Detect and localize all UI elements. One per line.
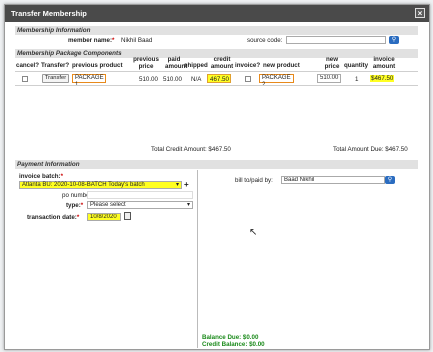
header-previous-product: previous product bbox=[72, 62, 123, 69]
transfer-button[interactable]: Transfer bbox=[42, 74, 69, 83]
invoice-batch-select[interactable]: Atlanta BU: 2020-10-08-BATCH Today's bat… bbox=[19, 181, 182, 189]
header-invoice: invoice? bbox=[235, 62, 261, 69]
header-cancel: cancel? bbox=[16, 62, 40, 69]
payment-information-section: Payment Information bbox=[15, 160, 418, 169]
cancel-checkbox[interactable] bbox=[22, 76, 28, 82]
source-code-input[interactable] bbox=[286, 36, 386, 44]
header-shipped: shipped bbox=[184, 62, 208, 69]
header-new-price: new price bbox=[324, 56, 340, 70]
type-label: type:* bbox=[66, 202, 84, 209]
add-batch-icon[interactable]: + bbox=[184, 180, 189, 189]
balance-due: Balance Due: $0.00 bbox=[202, 334, 259, 341]
member-name-value: Nikhil Baad bbox=[121, 37, 153, 44]
po-number-input[interactable] bbox=[87, 191, 193, 199]
header-transfer: Transfer? bbox=[41, 62, 70, 69]
invoice-batch-label: invoice batch:* bbox=[19, 173, 64, 180]
payment-column-divider bbox=[197, 170, 198, 348]
bill-to-search-button[interactable]: ⚲ bbox=[385, 176, 395, 184]
bill-to-label: bill to/paid by: bbox=[235, 177, 273, 184]
chevron-down-icon: ▾ bbox=[186, 202, 190, 208]
credit-balance: Credit Balance: $0.00 bbox=[202, 341, 265, 348]
credit-amount-field[interactable]: 467.50 bbox=[207, 74, 231, 83]
header-credit-amount: credit amount bbox=[210, 56, 234, 70]
member-name-label: member name:* bbox=[68, 37, 115, 44]
header-previous-price: previous price bbox=[133, 56, 159, 70]
source-code-search-button[interactable]: ⚲ bbox=[389, 36, 399, 44]
header-new-product: new product bbox=[263, 62, 300, 69]
calendar-icon[interactable] bbox=[124, 212, 131, 220]
total-amount-due: Total Amount Due: $467.50 bbox=[333, 146, 408, 153]
new-price-input[interactable]: 510.00 bbox=[317, 74, 341, 83]
mouse-cursor-icon: ↖ bbox=[249, 227, 258, 238]
header-quantity: quantity bbox=[344, 62, 369, 69]
chevron-down-icon: ▾ bbox=[175, 182, 179, 188]
quantity-value: 1 bbox=[355, 76, 359, 83]
search-icon: ⚲ bbox=[391, 37, 397, 43]
search-icon: ⚲ bbox=[387, 177, 393, 183]
close-icon[interactable]: × bbox=[415, 8, 425, 18]
transaction-date-label: transaction date:* bbox=[27, 214, 80, 221]
shipped-value: N/A bbox=[191, 76, 202, 83]
invoice-amount-value: $467.50 bbox=[370, 75, 395, 82]
type-select[interactable]: Please select ▾ bbox=[87, 201, 193, 209]
new-product-field[interactable]: PACKAGE 2 bbox=[259, 74, 294, 88]
row-divider bbox=[15, 85, 418, 86]
transaction-date-input[interactable]: 10/8/2020 bbox=[87, 213, 121, 221]
dialog-title: Transfer Membership bbox=[11, 9, 87, 18]
membership-information-section: Membership Information bbox=[15, 26, 418, 35]
source-code-label: source code: bbox=[247, 37, 283, 44]
transfer-membership-dialog: Transfer Membership × Membership Informa… bbox=[4, 4, 430, 350]
dialog-titlebar: Transfer Membership × bbox=[5, 5, 429, 22]
previous-price-value: 510.00 bbox=[139, 76, 158, 83]
invoice-checkbox[interactable] bbox=[245, 76, 251, 82]
total-credit-amount: Total Credit Amount: $467.50 bbox=[151, 146, 231, 153]
bill-to-input[interactable]: Baad Nikhil bbox=[281, 176, 385, 184]
paid-amount-value: 510.00 bbox=[163, 76, 182, 83]
previous-product-field: PACKAGE 1 bbox=[72, 74, 106, 88]
header-invoice-amount: invoice amount bbox=[372, 56, 396, 70]
header-divider bbox=[15, 71, 418, 72]
header-paid-amount: paid amount bbox=[165, 56, 188, 70]
